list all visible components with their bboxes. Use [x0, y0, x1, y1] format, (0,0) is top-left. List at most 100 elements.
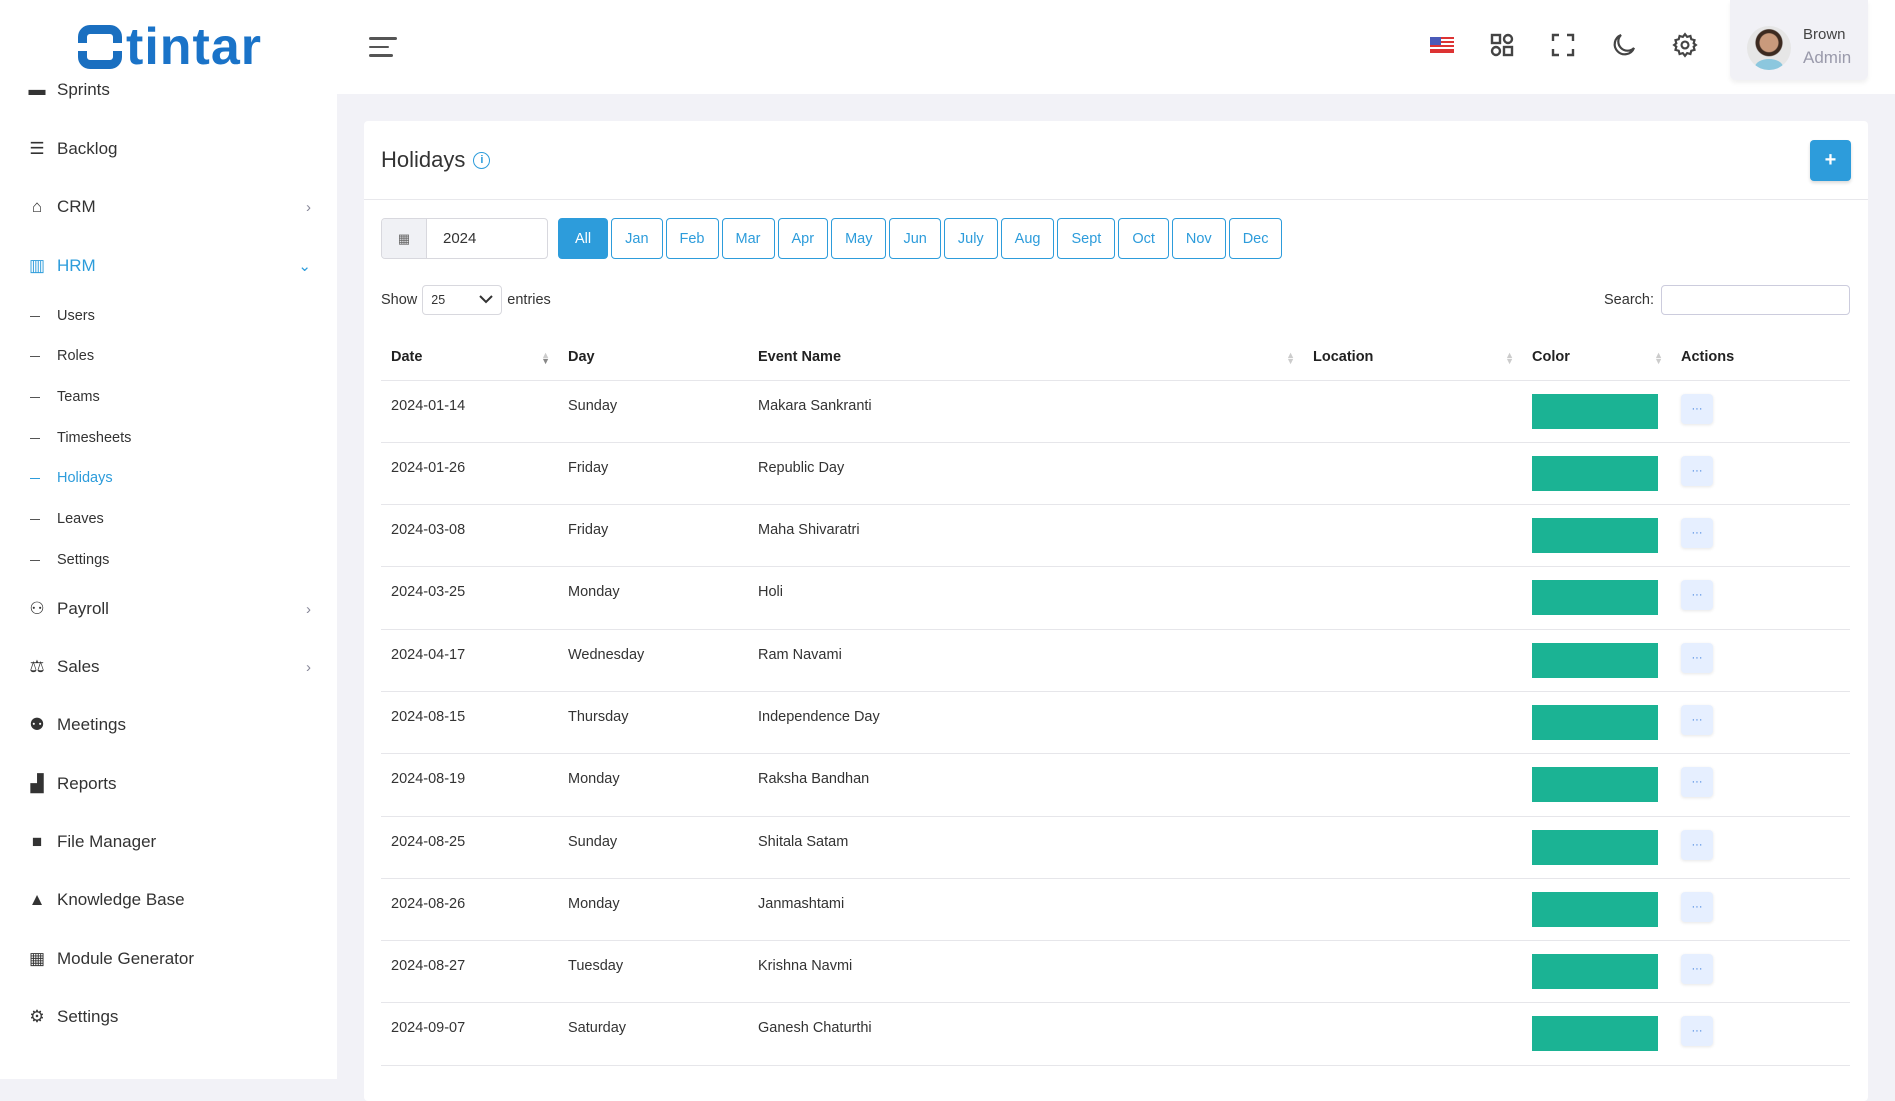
- user-menu[interactable]: Brown Admin: [1730, 0, 1868, 80]
- column-header-event-name[interactable]: Event Name ▲ ▼: [748, 335, 1303, 381]
- user-name: Brown: [1803, 26, 1846, 43]
- row-actions-button[interactable]: ···: [1681, 891, 1713, 922]
- event-cell: Maha Shivaratri: [748, 504, 1303, 568]
- sidebar-item-hrm[interactable]: ▥ HRM ⌄: [26, 249, 311, 283]
- sidebar-item-module-generator[interactable]: ▦ Module Generator: [26, 942, 311, 976]
- location-cell: [1303, 442, 1522, 506]
- sidebar-subitem-timesheets[interactable]: Timesheets: [30, 426, 131, 450]
- sidebar-item-crm[interactable]: ⌂ CRM ›: [26, 190, 311, 224]
- sales-icon: ⚖: [29, 657, 45, 676]
- search: Search:: [1604, 285, 1850, 315]
- sidebar-item-backlog[interactable]: ☰ Backlog: [26, 132, 311, 166]
- actions-cell: ···: [1671, 691, 1850, 755]
- settings-gear-icon[interactable]: [1670, 30, 1700, 60]
- month-sept-button[interactable]: Sept: [1057, 218, 1116, 259]
- sidebar-item-label: Sprints: [57, 80, 110, 99]
- sidebar-subitem-leaves[interactable]: Leaves: [30, 507, 104, 531]
- entries-select[interactable]: 25: [422, 285, 503, 315]
- sidebar-subitem-roles[interactable]: Roles: [30, 344, 94, 368]
- date-cell: 2024-03-08: [381, 504, 558, 568]
- month-mar-button[interactable]: Mar: [721, 218, 775, 259]
- row-actions-button[interactable]: ···: [1681, 704, 1713, 735]
- actions-cell: ···: [1671, 566, 1850, 630]
- color-swatch: [1532, 767, 1658, 803]
- color-cell: [1522, 691, 1671, 755]
- location-cell: [1303, 753, 1522, 817]
- month-dec-button[interactable]: Dec: [1228, 218, 1283, 259]
- fullscreen-icon[interactable]: [1548, 30, 1578, 60]
- logo[interactable]: tintar: [74, 18, 274, 76]
- sidebar-item-knowledge-base[interactable]: ▲ Knowledge Base: [26, 883, 311, 917]
- actions-cell: ···: [1671, 504, 1850, 568]
- row-actions-button[interactable]: ···: [1681, 393, 1713, 424]
- info-icon[interactable]: i: [473, 151, 491, 169]
- event-cell: Janmashtami: [748, 878, 1303, 942]
- sidebar-item-label: Backlog: [57, 139, 118, 158]
- month-may-button[interactable]: May: [831, 218, 887, 259]
- color-cell: [1522, 566, 1671, 630]
- row-actions-button[interactable]: ···: [1681, 518, 1713, 549]
- row-actions-button[interactable]: ···: [1681, 954, 1713, 985]
- us-flag-icon[interactable]: [1427, 30, 1457, 60]
- apps-grid-icon[interactable]: [1487, 30, 1517, 60]
- color-swatch: [1532, 704, 1658, 740]
- logo-mark: [78, 25, 122, 69]
- color-cell: [1522, 816, 1671, 879]
- date-cell: 2024-08-26: [381, 878, 558, 942]
- month-all-button[interactable]: All: [558, 218, 609, 259]
- date-cell: 2024-01-26: [381, 442, 558, 506]
- top-header: Brown Admin: [337, 0, 1895, 94]
- search-input[interactable]: [1661, 285, 1850, 315]
- event-cell: Krishna Navmi: [748, 940, 1303, 1004]
- month-feb-button[interactable]: Feb: [665, 218, 719, 259]
- day-cell: Sunday: [558, 380, 748, 443]
- sidebar-item-sprints[interactable]: ▬ Sprints: [26, 73, 311, 107]
- year-value[interactable]: 2024: [427, 219, 476, 258]
- column-header-date[interactable]: Date ▲ ▼: [381, 335, 558, 381]
- day-cell: Friday: [558, 442, 748, 506]
- menu-toggle-icon[interactable]: [369, 37, 397, 63]
- row-actions-button[interactable]: ···: [1681, 580, 1713, 611]
- sidebar-item-file-manager[interactable]: ■ File Manager: [26, 825, 311, 859]
- month-nov-button[interactable]: Nov: [1171, 218, 1226, 259]
- month-aug-button[interactable]: Aug: [1000, 218, 1055, 259]
- day-cell: Monday: [558, 878, 748, 942]
- month-apr-button[interactable]: Apr: [777, 218, 829, 259]
- sidebar-item-settings[interactable]: ⚙ Settings: [26, 1000, 311, 1034]
- column-header-location[interactable]: Location ▲ ▼: [1303, 335, 1522, 381]
- holidays-card: Holidays i + ▦ 2024 All Jan Feb Mar Apr May Jun…: [364, 121, 1868, 1101]
- sidebar-subitem-users[interactable]: Users: [30, 304, 95, 328]
- event-cell: Holi: [748, 566, 1303, 630]
- date-cell: 2024-08-15: [381, 691, 558, 755]
- sidebar-subitem-settings[interactable]: Settings: [30, 548, 109, 572]
- month-jan-button[interactable]: Jan: [611, 218, 663, 259]
- sidebar-subitem-holidays[interactable]: Holidays: [30, 466, 113, 490]
- year-picker[interactable]: ▦ 2024: [381, 218, 548, 259]
- actions-cell: ···: [1671, 878, 1850, 942]
- sidebar-item-sales[interactable]: ⚖ Sales ›: [26, 650, 311, 684]
- gear-icon: ⚙: [29, 1007, 45, 1026]
- table-row: 2024-08-27 Tuesday Krishna Navmi ···: [381, 940, 1850, 1004]
- dash-icon: [30, 396, 40, 398]
- row-actions-button[interactable]: ···: [1681, 642, 1713, 673]
- sidebar-item-reports[interactable]: ▟ Reports: [26, 767, 311, 801]
- month-jun-button[interactable]: Jun: [889, 218, 941, 259]
- add-holiday-button[interactable]: +: [1810, 140, 1851, 181]
- sidebar-subitem-teams[interactable]: Teams: [30, 385, 100, 409]
- dark-mode-moon-icon[interactable]: [1609, 30, 1639, 60]
- color-cell: [1522, 442, 1671, 506]
- row-actions-button[interactable]: ···: [1681, 767, 1713, 798]
- color-swatch: [1532, 455, 1658, 491]
- color-swatch: [1532, 393, 1658, 429]
- sidebar-item-meetings[interactable]: ⚉ Meetings: [26, 708, 311, 742]
- day-cell: Monday: [558, 753, 748, 817]
- column-header-color[interactable]: Color ▲ ▼: [1522, 335, 1671, 381]
- sidebar-item-payroll[interactable]: ⚇ Payroll ›: [26, 592, 311, 626]
- row-actions-button[interactable]: ···: [1681, 1016, 1713, 1047]
- sidebar-item-label: File Manager: [57, 832, 157, 851]
- row-actions-button[interactable]: ···: [1681, 455, 1713, 486]
- month-july-button[interactable]: July: [943, 218, 998, 259]
- sort-icon: ▲ ▼: [1654, 350, 1663, 366]
- month-oct-button[interactable]: Oct: [1118, 218, 1169, 259]
- row-actions-button[interactable]: ···: [1681, 829, 1713, 860]
